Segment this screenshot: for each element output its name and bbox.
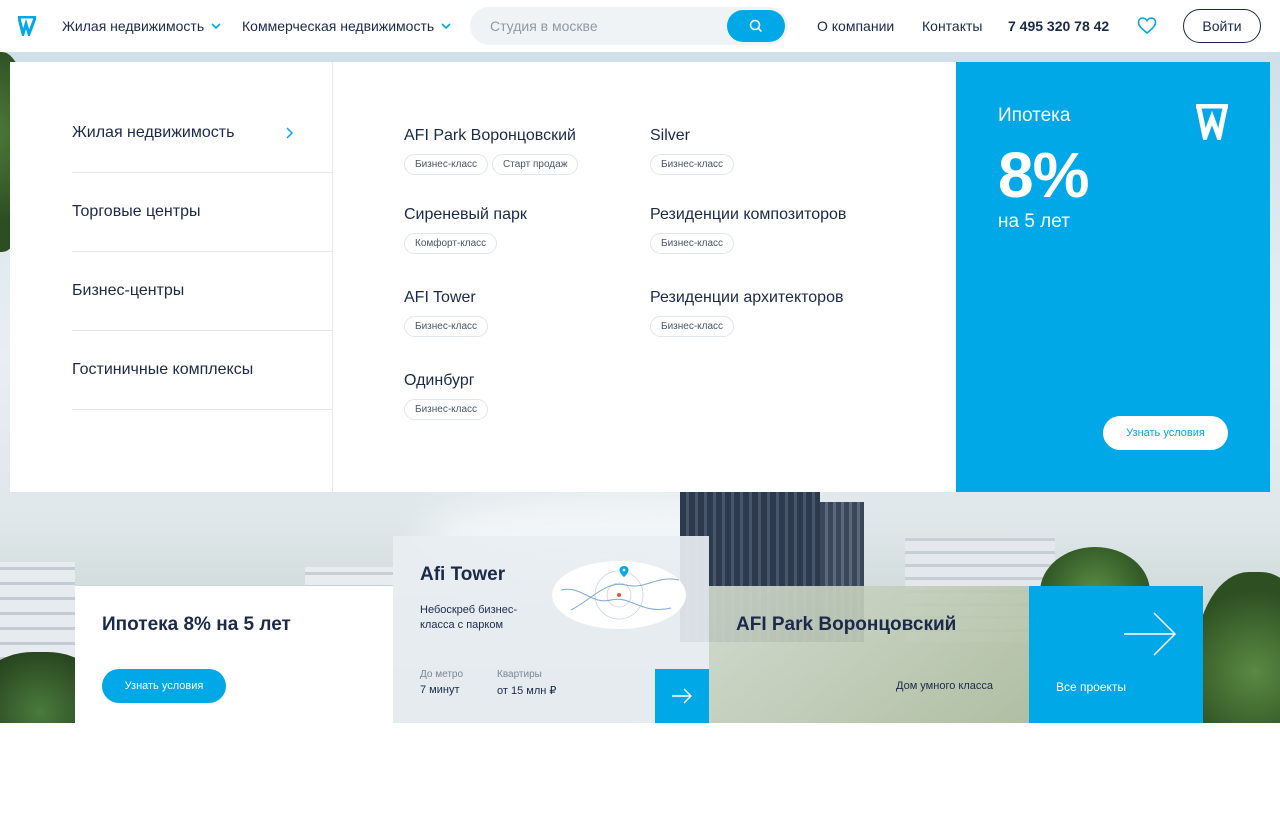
- afi-tower-open-button[interactable]: [655, 669, 709, 723]
- project-odinburg[interactable]: Одинбург Бизнес-класс: [404, 372, 489, 420]
- phone-link[interactable]: 7 495 320 78 42: [1008, 0, 1109, 52]
- project-afi-tower[interactable]: AFI Tower Бизнес-класс: [404, 289, 489, 337]
- afi-park-title: AFI Park Воронцовский: [736, 614, 957, 635]
- project-tag: Комфорт-класс: [404, 233, 498, 254]
- project-name: AFI Tower: [404, 289, 476, 306]
- project-name: Сиреневый парк: [404, 206, 527, 223]
- promo-rate: 8%: [998, 139, 1089, 211]
- menu-category-business-centers[interactable]: Бизнес-центры: [72, 252, 333, 331]
- brand-logo-icon: [1196, 104, 1228, 140]
- project-name: Silver: [650, 127, 691, 144]
- arrow-right-icon: [672, 688, 692, 704]
- project-name: Одинбург: [404, 372, 475, 389]
- project-tag: Бизнес-класс: [404, 316, 489, 337]
- metro-value: 7 минут: [420, 684, 460, 696]
- promo-conditions-button[interactable]: Узнать условия: [1103, 416, 1228, 450]
- menu-categories: Жилая недвижимость Торговые центры Бизне…: [10, 62, 333, 492]
- project-name: Резиденции композиторов: [650, 206, 847, 223]
- nav-commercial-label: Коммерческая недвижимость: [242, 18, 435, 34]
- metro-distance: До метро 7 минут: [420, 669, 463, 696]
- all-projects-card[interactable]: Все проекты: [1029, 586, 1203, 723]
- afi-tower-description: Небоскреб бизнес-класса с парком: [420, 604, 517, 631]
- location-map[interactable]: [551, 560, 687, 630]
- project-tag: Бизнес-класс: [404, 154, 489, 175]
- afi-park-description: Дом умного класса: [896, 680, 993, 692]
- tree-decoration: [1195, 572, 1280, 723]
- nav-about[interactable]: О компании: [817, 0, 894, 52]
- mega-menu: Жилая недвижимость Торговые центры Бизне…: [10, 62, 956, 492]
- afi-tower-card: Afi Tower Небоскреб бизнес-класса с парк…: [393, 536, 709, 723]
- site-header: Жилая недвижимость Коммерческая недвижим…: [0, 0, 1280, 52]
- project-name: AFI Park Воронцовский: [404, 127, 576, 144]
- login-button[interactable]: Войти: [1183, 9, 1261, 43]
- brand-logo-icon[interactable]: [18, 16, 36, 36]
- flats-label: Квартиры: [497, 669, 542, 680]
- mortgage-card: Ипотека 8% на 5 лет Узнать условия: [75, 586, 393, 723]
- mortgage-card-title: Ипотека 8% на 5 лет: [102, 614, 291, 635]
- all-projects-label: Все проекты: [1056, 680, 1127, 694]
- project-tag: Бизнес-класс: [404, 399, 489, 420]
- search-input[interactable]: [490, 7, 720, 45]
- menu-category-label: Торговые центры: [72, 203, 201, 220]
- menu-category-hotels[interactable]: Гостиничные комплексы: [72, 331, 333, 410]
- promo-term: на 5 лет: [998, 211, 1070, 232]
- arrow-right-icon: [1124, 612, 1177, 656]
- afi-tower-title: Afi Tower: [420, 564, 506, 585]
- project-tag: Бизнес-класс: [650, 154, 735, 175]
- mortgage-promo-card: Ипотека 8% на 5 лет Узнать условия: [956, 62, 1270, 492]
- project-composers[interactable]: Резиденции композиторов Бизнес-класс: [650, 206, 846, 254]
- project-architects[interactable]: Резиденции архитекторов Бизнес-класс: [650, 289, 843, 337]
- project-tag: Старт продаж: [492, 154, 579, 175]
- menu-category-malls[interactable]: Торговые центры: [72, 173, 333, 252]
- favorites-heart-icon[interactable]: [1137, 16, 1157, 36]
- search-bar: [470, 7, 788, 45]
- project-sirenevy-park[interactable]: Сиреневый парк Комфорт-класс: [404, 206, 527, 254]
- search-icon: [749, 19, 763, 33]
- menu-category-label: Гостиничные комплексы: [72, 361, 254, 378]
- project-tag: Бизнес-класс: [650, 233, 735, 254]
- chevron-down-icon: [441, 23, 451, 30]
- project-name: Резиденции архитекторов: [650, 289, 844, 306]
- chevron-down-icon: [211, 23, 221, 30]
- promo-title: Ипотека: [998, 105, 1071, 126]
- nav-residential-label: Жилая недвижимость: [62, 18, 205, 34]
- menu-category-label: Жилая недвижимость: [72, 124, 235, 141]
- menu-category-label: Бизнес-центры: [72, 282, 185, 299]
- project-afi-park[interactable]: AFI Park Воронцовский Бизнес-класс Старт…: [404, 127, 579, 175]
- flats-price: Квартиры от 15 млн ₽: [497, 669, 556, 697]
- search-button[interactable]: [727, 10, 785, 42]
- nav-residential[interactable]: Жилая недвижимость: [62, 0, 222, 52]
- project-silver[interactable]: Silver Бизнес-класс: [650, 127, 735, 175]
- chevron-right-icon: [286, 127, 293, 139]
- flats-value: от 15 млн ₽: [497, 685, 557, 697]
- nav-contacts[interactable]: Контакты: [922, 0, 982, 52]
- afi-park-card[interactable]: AFI Park Воронцовский Дом умного класса: [709, 586, 1029, 723]
- menu-category-residential[interactable]: Жилая недвижимость: [72, 94, 333, 173]
- map-center-marker: [617, 593, 621, 597]
- metro-label: До метро: [420, 669, 464, 680]
- nav-commercial[interactable]: Коммерческая недвижимость: [242, 0, 452, 52]
- mortgage-conditions-button[interactable]: Узнать условия: [102, 669, 226, 703]
- project-tag: Бизнес-класс: [650, 316, 735, 337]
